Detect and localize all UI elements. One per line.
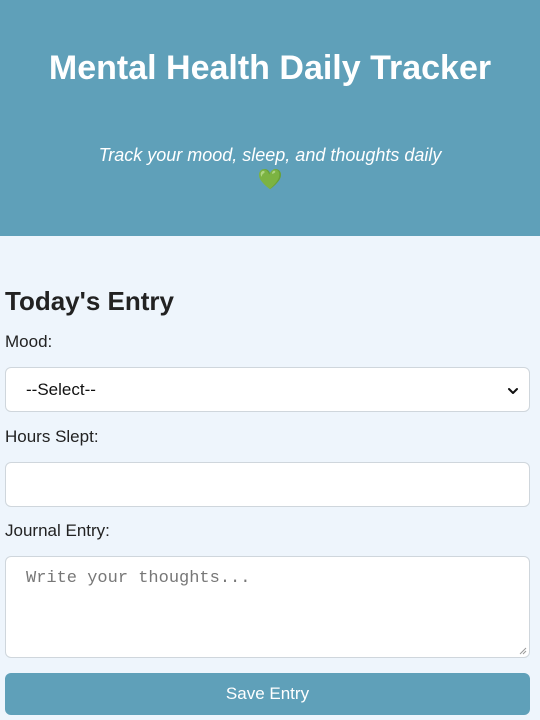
journal-placeholder: Write your thoughts... xyxy=(26,569,251,588)
journal-textarea[interactable]: Write your thoughts... xyxy=(5,556,530,658)
green-heart-icon: 💚 xyxy=(257,169,283,191)
journal-label: Journal Entry: xyxy=(5,521,110,540)
mood-select[interactable]: --Select-- xyxy=(5,367,530,412)
hours-label: Hours Slept: xyxy=(5,427,99,446)
resize-grip-icon[interactable] xyxy=(519,647,527,655)
mood-label: Mood: xyxy=(5,332,53,351)
save-entry-button[interactable]: Save Entry xyxy=(5,673,530,715)
chevron-down-icon xyxy=(508,388,518,394)
hours-slept-input[interactable] xyxy=(5,462,530,507)
page-subtitle: Track your mood, sleep, and thoughts dai… xyxy=(10,143,530,193)
page-title: Mental Health Daily Tracker xyxy=(48,49,492,87)
subtitle-text: Track your mood, sleep, and thoughts dai… xyxy=(98,145,442,165)
section-title: Today's Entry xyxy=(5,286,174,316)
app-header: Mental Health Daily Tracker Track your m… xyxy=(0,0,540,236)
entry-form: Today's Entry Mood: --Select-- Hours Sle… xyxy=(0,236,540,720)
mood-selected-value: --Select-- xyxy=(26,380,96,399)
